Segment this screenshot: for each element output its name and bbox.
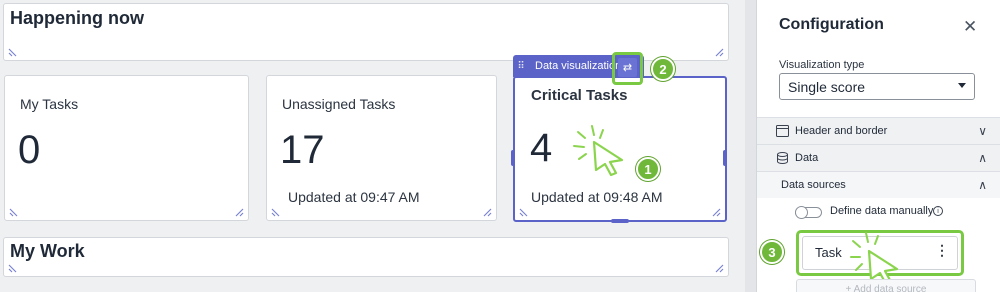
resize-handle-icon[interactable] [271,204,284,217]
tile-updated-time: Updated at 09:47 AM [288,189,420,205]
drag-handle-icon[interactable]: ⠿ [513,61,529,72]
swap-visualization-button[interactable]: ⇄ [612,52,643,85]
section-label: Data sources [781,179,846,191]
resize-handle-icon[interactable] [231,204,244,217]
window-icon [776,125,789,137]
section-data[interactable]: Data ∧ [757,144,1000,171]
resize-handle-icon[interactable] [479,204,492,217]
panel-divider [745,0,756,292]
chevron-down-icon: ∨ [978,124,987,138]
visualization-type-label: Visualization type [779,59,865,71]
panel-title: Configuration [779,16,884,33]
chevron-down-icon [958,83,966,88]
resize-handle-icon[interactable] [708,204,721,217]
section-label: Data [795,152,819,164]
resize-handle-right[interactable] [723,150,727,166]
visualization-type-value: Single score [788,79,866,95]
visualization-type-select[interactable]: Single score [779,73,975,100]
section-label: Header and border [795,125,888,137]
resize-handle-icon[interactable] [9,204,22,217]
resize-handle-icon[interactable] [519,204,532,217]
chevron-up-icon: ∧ [978,151,987,165]
my-work-widget[interactable]: My Work [3,237,729,277]
section-data-sources[interactable]: Data sources ∧ [757,171,1000,198]
tile-title: My Tasks [20,96,79,112]
close-icon[interactable]: ✕ [963,17,977,37]
resize-handle-icon[interactable] [711,260,724,273]
add-data-source-button[interactable]: + Add data source [796,279,976,292]
resize-handle-icon[interactable] [711,44,724,57]
tile-updated-time: Updated at 09:48 AM [531,189,663,205]
resize-handle-left[interactable] [511,150,515,166]
my-work-title: My Work [10,241,85,261]
dashboard-canvas: Happening now My Tasks 0 Unassigned Task… [0,0,745,292]
callout-badge: 3 [760,240,784,264]
click-cursor-icon [573,125,624,177]
swap-icon: ⇄ [618,58,637,77]
tile-score: 4 [530,126,553,170]
database-icon [777,152,788,164]
tile-my-tasks[interactable]: My Tasks 0 [4,75,249,221]
more-options-icon[interactable]: ⋮ [935,242,949,259]
tile-title: Critical Tasks [531,87,628,104]
tile-unassigned-tasks[interactable]: Unassigned Tasks 17 Updated at 09:47 AM [266,75,497,221]
callout-badge: 1 [636,157,660,181]
tile-score: 0 [18,128,41,172]
tile-title: Unassigned Tasks [282,96,396,112]
happening-now-title: Happening now [10,8,144,28]
configuration-panel: Configuration ✕ Visualization type Singl… [756,0,1000,292]
data-source-label: Task [815,245,842,260]
callout-badge: 2 [651,57,675,81]
chevron-up-icon: ∧ [978,178,987,192]
define-data-manually-label: Define data manually [830,205,934,217]
tile-score: 17 [280,128,325,172]
resize-handle-icon[interactable] [8,260,21,273]
info-icon[interactable]: i [933,206,943,216]
define-data-manually-toggle[interactable] [795,206,822,219]
section-header-border[interactable]: Header and border ∨ [757,117,1000,144]
resize-handle-icon[interactable] [8,44,21,57]
resize-handle-bottom[interactable] [611,219,629,223]
